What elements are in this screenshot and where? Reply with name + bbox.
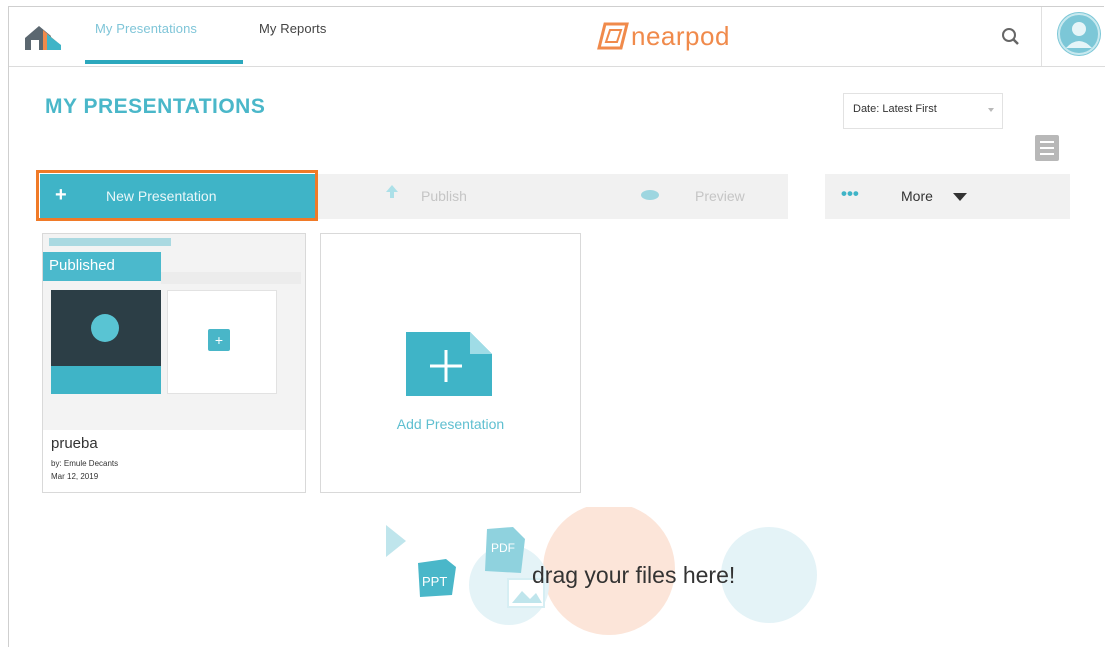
mini-slide-preview: [51, 290, 161, 394]
highlight-outline: [36, 170, 318, 221]
presentation-card[interactable]: Published + prueba by: Emule Decants Mar…: [42, 233, 306, 493]
presentation-thumbnail[interactable]: Published +: [43, 234, 305, 430]
chevron-down-icon: [988, 108, 994, 112]
more-label: More: [901, 188, 933, 204]
upload-arrow-icon: [386, 185, 398, 198]
app-window: My Presentations My Reports nearpod MY P…: [8, 6, 1105, 647]
thumbnail-header: [49, 238, 171, 246]
presentation-date: Mar 12, 2019: [51, 472, 99, 481]
status-badge: Published: [43, 252, 161, 281]
page-title: MY PRESENTATIONS: [45, 95, 266, 118]
mini-add-slide: +: [167, 290, 277, 394]
eye-icon: [641, 190, 659, 200]
add-presentation-card[interactable]: Add Presentation: [320, 233, 581, 493]
logo-text: nearpod: [631, 21, 730, 51]
active-tab-indicator: [85, 60, 243, 64]
avatar[interactable]: [1057, 12, 1101, 56]
publish-button[interactable]: Publish: [347, 180, 577, 214]
drop-zone-text: drag your files here!: [532, 562, 736, 588]
presentation-title[interactable]: prueba: [51, 435, 98, 452]
home-icon[interactable]: [21, 20, 65, 54]
caret-down-icon: [953, 193, 967, 201]
list-view-icon[interactable]: [1035, 135, 1059, 161]
presentation-author: by: Emule Decants: [51, 459, 119, 468]
mini-plus-icon: +: [208, 329, 230, 351]
mini-slide-bar: [51, 366, 161, 394]
thumbnail-bar: [161, 272, 301, 284]
file-drop-zone[interactable]: PPT PDF drag your files here!: [364, 507, 854, 647]
tab-my-presentations[interactable]: My Presentations: [95, 21, 197, 36]
mini-slide-circle: [91, 314, 119, 342]
add-document-icon: [406, 332, 492, 396]
logo-mark-icon: [597, 22, 629, 50]
preview-button[interactable]: Preview: [629, 180, 779, 214]
user-icon: [1058, 13, 1100, 55]
sort-selected-value: Date: Latest First: [853, 103, 937, 115]
pdf-label: PDF: [491, 541, 515, 555]
more-dots-icon: •••: [841, 184, 859, 203]
publish-label: Publish: [421, 188, 467, 204]
tab-my-reports[interactable]: My Reports: [259, 21, 326, 36]
add-presentation-label: Add Presentation: [396, 416, 505, 432]
search-icon[interactable]: [996, 22, 1026, 52]
more-menu-button[interactable]: ••• More: [825, 174, 1070, 219]
top-nav: My Presentations My Reports nearpod: [9, 7, 1105, 67]
sort-dropdown[interactable]: Date: Latest First: [843, 93, 1003, 129]
nav-divider: [1041, 7, 1042, 66]
ppt-label: PPT: [422, 574, 448, 589]
nearpod-logo: nearpod: [597, 18, 777, 54]
preview-label: Preview: [695, 188, 745, 204]
